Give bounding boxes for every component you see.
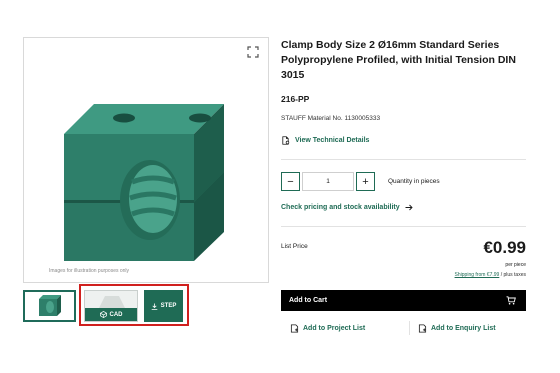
list-price-label: List Price	[281, 243, 308, 250]
enquiry-list-icon	[418, 324, 427, 333]
add-to-cart-button[interactable]: Add to Cart	[281, 290, 526, 311]
shipping-info: Shipping from €7.99 / plus taxes	[455, 272, 526, 278]
thumbnail-clamp-image	[39, 295, 61, 316]
material-number: STAUFF Material No. 1130005333	[281, 115, 381, 122]
shipping-suffix: / plus taxes	[500, 272, 526, 278]
price-value: €0.99	[483, 238, 526, 257]
thumbnail-cad[interactable]: CAD	[84, 290, 138, 322]
check-availability-link[interactable]: Check pricing and stock availability	[281, 204, 413, 211]
download-icon	[151, 302, 157, 310]
project-list-icon	[290, 324, 299, 333]
view-technical-details-link[interactable]: View Technical Details	[281, 136, 369, 145]
product-sku: 216-PP	[281, 94, 310, 104]
cad-label: CAD	[109, 311, 123, 318]
per-piece-label: per piece	[505, 262, 526, 268]
add-to-enquiry-list-link[interactable]: Add to Enquiry List	[418, 324, 496, 333]
product-title: Clamp Body Size 2 Ø16mm Standard Series …	[281, 39, 516, 81]
document-icon	[282, 136, 290, 145]
add-to-cart-label: Add to Cart	[289, 297, 328, 304]
image-disclaimer: Images for illustration purposes only	[49, 268, 130, 274]
project-link-label: Add to Project List	[303, 325, 366, 332]
arrow-right-icon	[405, 204, 413, 211]
step-label: STEP	[160, 303, 177, 309]
shipping-link[interactable]: Shipping from €7.99	[455, 272, 500, 278]
thumbnail-step-download[interactable]: STEP	[144, 290, 183, 322]
quantity-input[interactable]: 1	[302, 172, 354, 191]
quantity-increment-button[interactable]: +	[356, 172, 375, 191]
quantity-decrement-button[interactable]: −	[281, 172, 300, 191]
product-main-image[interactable]: Images for illustration purposes only	[23, 37, 269, 283]
cad-icon	[99, 311, 107, 318]
availability-link-label: Check pricing and stock availability	[281, 204, 400, 211]
enquiry-link-label: Add to Enquiry List	[431, 325, 496, 332]
tech-link-label: View Technical Details	[295, 137, 370, 144]
clamp-body-image	[64, 104, 224, 261]
expand-icon[interactable]	[247, 46, 259, 58]
link-separator	[409, 321, 410, 335]
divider	[281, 159, 526, 160]
quantity-label: Quantity in pieces	[388, 178, 440, 185]
add-to-project-list-link[interactable]: Add to Project List	[290, 324, 365, 333]
divider	[281, 226, 526, 227]
cart-icon	[506, 296, 516, 305]
thumbnail-product[interactable]	[23, 290, 76, 322]
